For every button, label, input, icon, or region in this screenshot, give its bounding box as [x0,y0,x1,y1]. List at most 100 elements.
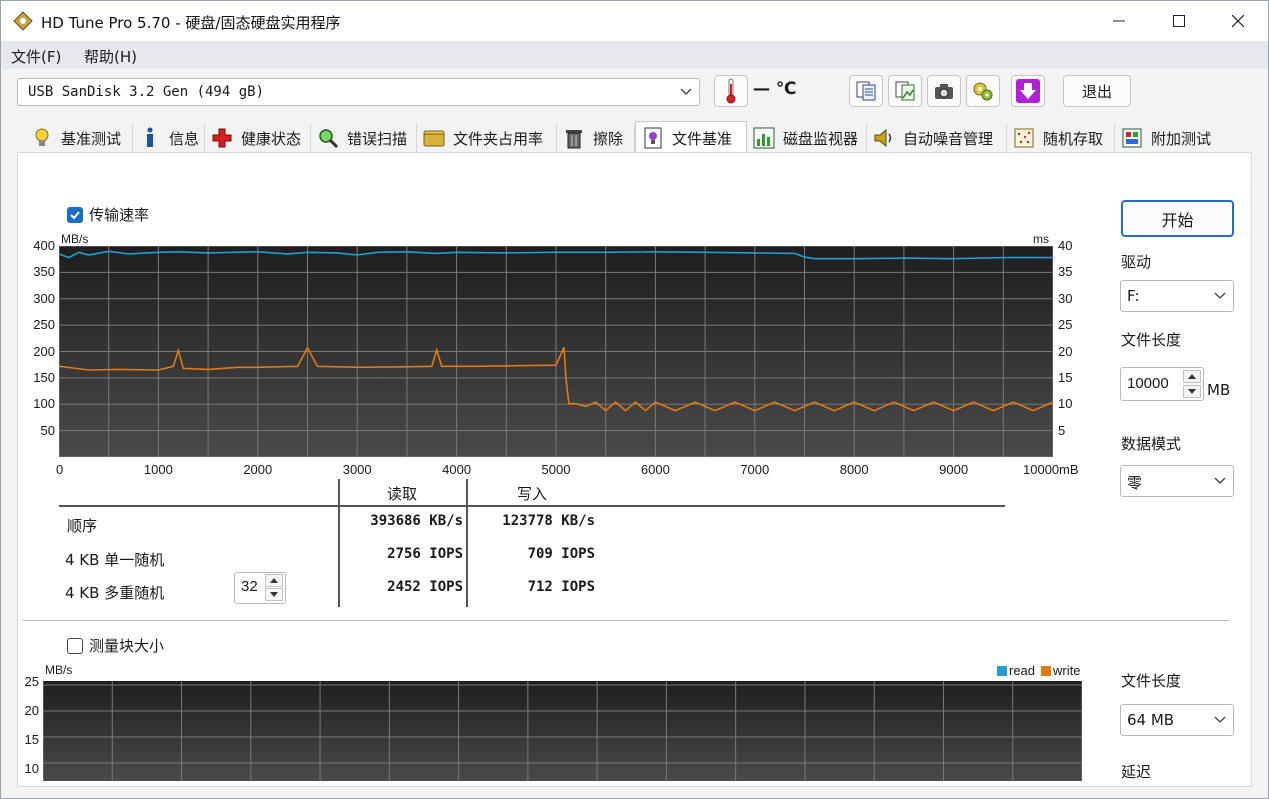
transfer-rate-chart [59,246,1053,457]
lightbulb-icon [31,127,53,149]
x-tick-label: 9000 [939,462,969,477]
copy-image-button[interactable] [888,75,922,107]
block-chart-unit: MB/s [45,663,73,677]
4kb-single-read-value: 2756 IOPS [387,546,463,562]
tab-benchmark[interactable]: 基准测试 [25,123,133,153]
tab-folder-usage[interactable]: 文件夹占用率 [417,123,557,153]
file-length-stepper[interactable]: 10000 [1120,367,1204,401]
tab-label: 健康状态 [241,129,302,148]
y2-tick-label: 30 [1058,290,1073,306]
y-tick-label: 250 [33,317,55,333]
trash-icon [563,127,585,149]
legend-read-swatch [997,665,1007,676]
chart-left-unit: MB/s [61,232,89,246]
checkmark-icon [70,210,80,219]
chart-grid [59,246,1053,457]
y2-tick-label: 15 [1058,369,1073,385]
x-tick-label: 2000 [243,462,273,477]
tab-health[interactable]: 健康状态 [205,123,311,153]
arrow-up-icon [270,578,278,583]
sequential-write-value: 123778 KB/s [502,513,595,529]
legend-write-label: write [1053,663,1081,678]
maximize-button[interactable] [1149,1,1209,41]
4kb-single-random-label: 4 KB 单一随机 [65,551,165,569]
monitor-chart-icon [753,127,775,149]
minimize-icon [1113,20,1125,22]
block-size-label: 测量块大小 [89,637,165,655]
tab-file-benchmark[interactable]: 文件基准 [635,121,747,154]
tab-erase[interactable]: 擦除 [557,123,635,153]
start-button[interactable]: 开始 [1121,200,1234,237]
camera-icon [935,84,953,99]
exit-button[interactable]: 退出 [1063,75,1131,107]
block-y-tick-label: 25 [24,674,39,689]
copy-text-button[interactable] [849,75,883,107]
block-y-tick-label: 15 [24,732,39,747]
menu-help[interactable]: 帮助(H) [84,46,137,67]
thermometer-icon [726,78,736,104]
temperature-button[interactable] [714,75,748,107]
chart-right-unit: ms [1033,232,1049,246]
transfer-rate-label: 传输速率 [89,206,150,224]
y2-tick-label: 5 [1058,422,1066,438]
transfer-rate-checkbox[interactable]: 传输速率 [67,204,149,225]
drive-select[interactable]: USB SanDisk 3.2 Gen (494 gB) [17,78,700,106]
stepper-up-button[interactable] [1183,370,1201,383]
app-logo-icon [13,11,33,31]
minimize-button[interactable] [1089,1,1149,41]
tab-random-access[interactable]: 随机存取 [1007,123,1115,153]
temperature-readout: — ℃ [753,79,797,99]
block-y-tick-label: 20 [24,703,39,718]
tab-acoustic-management[interactable]: 自动噪音管理 [867,123,1007,153]
data-mode-label: 数据模式 [1121,435,1182,453]
section-divider [23,620,1229,621]
4kb-multi-write-value: 712 IOPS [527,579,595,595]
drive-combo[interactable]: F: [1120,280,1234,312]
close-button[interactable] [1208,1,1268,41]
y-tick-label: 100 [33,396,55,412]
block-size-checkbox[interactable]: 测量块大小 [67,635,164,656]
chevron-down-icon [1214,716,1226,723]
stepper-up-button[interactable] [265,574,283,587]
tab-info[interactable]: 信息 [133,123,205,153]
tab-strip: 基准测试 信息 健康状态 错误扫描 文件夹占用率 擦除 文件基准 磁盘监视器 自… [19,121,1251,154]
maximize-icon [1173,15,1185,27]
window-title: HD Tune Pro 5.70 - 硬盘/固态硬盘实用程序 [41,14,341,32]
stepper-down-button[interactable] [1183,385,1201,398]
tab-error-scan[interactable]: 错误扫描 [311,123,417,153]
x-tick-label: 5000 [541,462,571,477]
chevron-down-icon [680,88,692,95]
tab-label: 磁盘监视器 [783,129,859,148]
arrow-up-icon [1188,374,1196,379]
y-tick-label: 50 [40,422,55,438]
y2-tick-label: 20 [1058,343,1073,359]
block-size-chart [43,681,1082,781]
tab-label: 信息 [169,129,200,148]
health-cross-icon [211,127,233,149]
y2-tick-label: 40 [1058,238,1073,253]
extra-tests-icon [1121,127,1143,149]
toolbar: USB SanDisk 3.2 Gen (494 gB) — ℃ 退出 [1,69,1268,119]
options-button[interactable] [966,75,1000,107]
data-mode-combo[interactable]: 零 [1120,465,1234,497]
drive-select-value: USB SanDisk 3.2 Gen (494 gB) [28,84,265,100]
screenshot-button[interactable] [927,75,961,107]
data-mode-value: 零 [1127,474,1143,492]
menu-file[interactable]: 文件(F) [11,46,61,67]
legend-write-swatch [1041,665,1052,676]
block-file-length-value: 64 MB [1127,711,1175,729]
4kb-single-write-value: 709 IOPS [527,546,595,562]
stepper-down-button[interactable] [265,588,283,601]
block-file-length-combo[interactable]: 64 MB [1120,704,1234,736]
file-bench-icon [642,127,664,149]
queue-depth-stepper[interactable]: 32 [234,572,286,604]
options-icon [973,82,993,101]
x-tick-label: 8000 [839,462,869,477]
y2-tick-label: 35 [1058,264,1073,280]
tab-extra-tests[interactable]: 附加测试 [1115,123,1219,153]
tab-disk-monitor[interactable]: 磁盘监视器 [747,123,867,153]
tab-label: 错误扫描 [347,129,408,148]
y-tick-label: 300 [33,290,55,306]
4kb-multi-read-value: 2452 IOPS [387,579,463,595]
save-button[interactable] [1011,75,1045,107]
